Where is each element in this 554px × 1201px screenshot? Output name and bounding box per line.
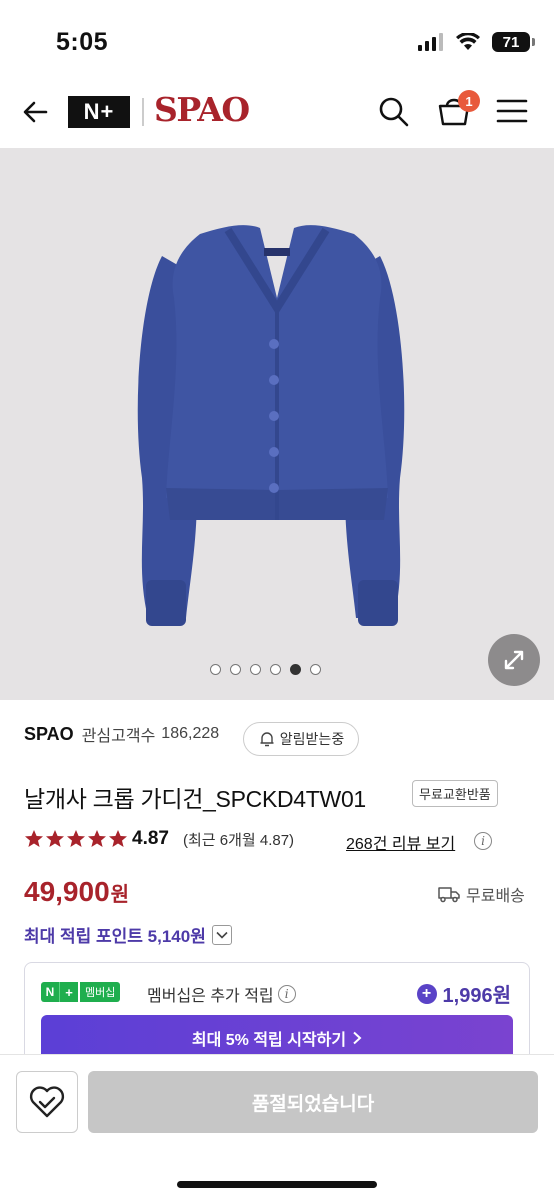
product-image[interactable] xyxy=(0,148,554,700)
wish-count: 186,228 xyxy=(161,725,220,742)
star-icon xyxy=(25,830,43,847)
np-plus: + xyxy=(59,982,78,1002)
spao-logo[interactable]: SPAO xyxy=(154,90,250,129)
wishlist-button[interactable] xyxy=(16,1071,78,1133)
status-icons: 71 xyxy=(418,32,535,52)
rating-score: 4.87 xyxy=(132,828,169,849)
gallery-dot[interactable] xyxy=(230,664,241,675)
gallery-dot[interactable] xyxy=(270,664,281,675)
alert-button[interactable]: 알림받는중 xyxy=(243,722,359,756)
bottom-action-bar: 품절되었습니다 xyxy=(0,1054,554,1201)
gallery-pagination xyxy=(210,664,321,675)
logo-divider xyxy=(142,98,144,126)
review-link-label: 268건 리뷰 보기 xyxy=(346,836,456,853)
search-button[interactable] xyxy=(376,94,412,130)
np-n: N xyxy=(41,982,59,1002)
brand-name[interactable]: SPAO xyxy=(24,724,74,745)
app-header: N+ SPAO 1 xyxy=(0,76,554,148)
menu-button[interactable] xyxy=(496,96,528,126)
shipping-label: 무료배송 xyxy=(466,888,525,905)
status-time: 5:05 xyxy=(56,28,109,56)
battery-icon: 71 xyxy=(492,32,535,52)
star-icon xyxy=(109,830,127,847)
points-row[interactable]: 최대 적립 포인트 5,140원 xyxy=(24,922,232,947)
membership-bonus: + 1,996원 xyxy=(416,979,511,1008)
membership-text: 멤버십은 추가 적립 i xyxy=(147,982,296,1006)
star-icon xyxy=(88,830,106,847)
price-unit: 원 xyxy=(110,884,130,906)
np-label: 멤버십 xyxy=(80,982,121,1002)
gallery-dot[interactable] xyxy=(250,664,261,675)
alert-label: 알림받는중 xyxy=(279,731,345,747)
brand-row: SPAO 관심고객수 186,228 xyxy=(24,722,219,746)
star-icon xyxy=(67,830,85,847)
gallery-dot[interactable] xyxy=(290,664,301,675)
star-icon xyxy=(46,830,64,847)
nplus-membership-badge: N + 멤버십 xyxy=(41,982,121,1002)
nplus-logo[interactable]: N+ xyxy=(68,96,130,128)
back-button[interactable] xyxy=(18,94,54,130)
membership-bonus-value: 1,996원 xyxy=(442,985,511,1007)
search-icon xyxy=(379,97,409,127)
wifi-icon xyxy=(456,33,480,50)
rating-stars xyxy=(24,829,128,849)
membership-start-label: 최대 5% 적립 시작하기 xyxy=(191,1032,347,1049)
membership-text-label: 멤버십은 추가 적립 xyxy=(147,988,274,1005)
expand-icon xyxy=(504,650,524,670)
wish-label: 관심고객수 xyxy=(81,728,156,745)
plus-circle-icon: + xyxy=(416,983,437,1004)
truck-icon xyxy=(438,887,460,903)
arrow-left-icon xyxy=(23,101,48,123)
chevron-down-icon xyxy=(216,931,228,939)
price: 49,900원 xyxy=(24,876,129,908)
zoom-button[interactable] xyxy=(488,634,540,686)
price-value: 49,900 xyxy=(24,876,110,907)
points-label: 최대 적립 포인트 5,140원 xyxy=(24,927,206,946)
cardigan-image xyxy=(137,225,405,626)
soldout-button[interactable]: 품절되었습니다 xyxy=(88,1071,538,1133)
cart-count-badge: 1 xyxy=(458,90,480,112)
heart-check-icon xyxy=(29,1086,65,1118)
battery-level: 71 xyxy=(502,33,520,51)
chevron-right-icon xyxy=(353,1031,362,1045)
hamburger-menu-icon xyxy=(496,99,528,123)
membership-info-icon[interactable]: i xyxy=(277,985,296,1003)
gallery-dot[interactable] xyxy=(210,664,221,675)
review-link[interactable]: 268건 리뷰 보기 xyxy=(346,830,455,854)
signal-icon xyxy=(418,33,443,51)
home-indicator xyxy=(177,1181,377,1188)
points-expand-button[interactable] xyxy=(211,924,232,945)
bell-icon xyxy=(260,732,274,747)
shipping-info: 무료배송 xyxy=(438,882,525,906)
rating-recent: (최근 6개월 4.87) xyxy=(182,831,295,849)
status-bar: 5:05 71 xyxy=(0,0,554,76)
gallery-dot[interactable] xyxy=(310,664,321,675)
free-exchange-badge: 무료교환반품 xyxy=(412,780,498,807)
product-title: 날개사 크롭 가디건_SPCKD4TW01 xyxy=(24,786,366,812)
info-icon[interactable]: i xyxy=(474,832,492,850)
rating-row: 4.87 (최근 6개월 4.87) xyxy=(24,828,294,850)
